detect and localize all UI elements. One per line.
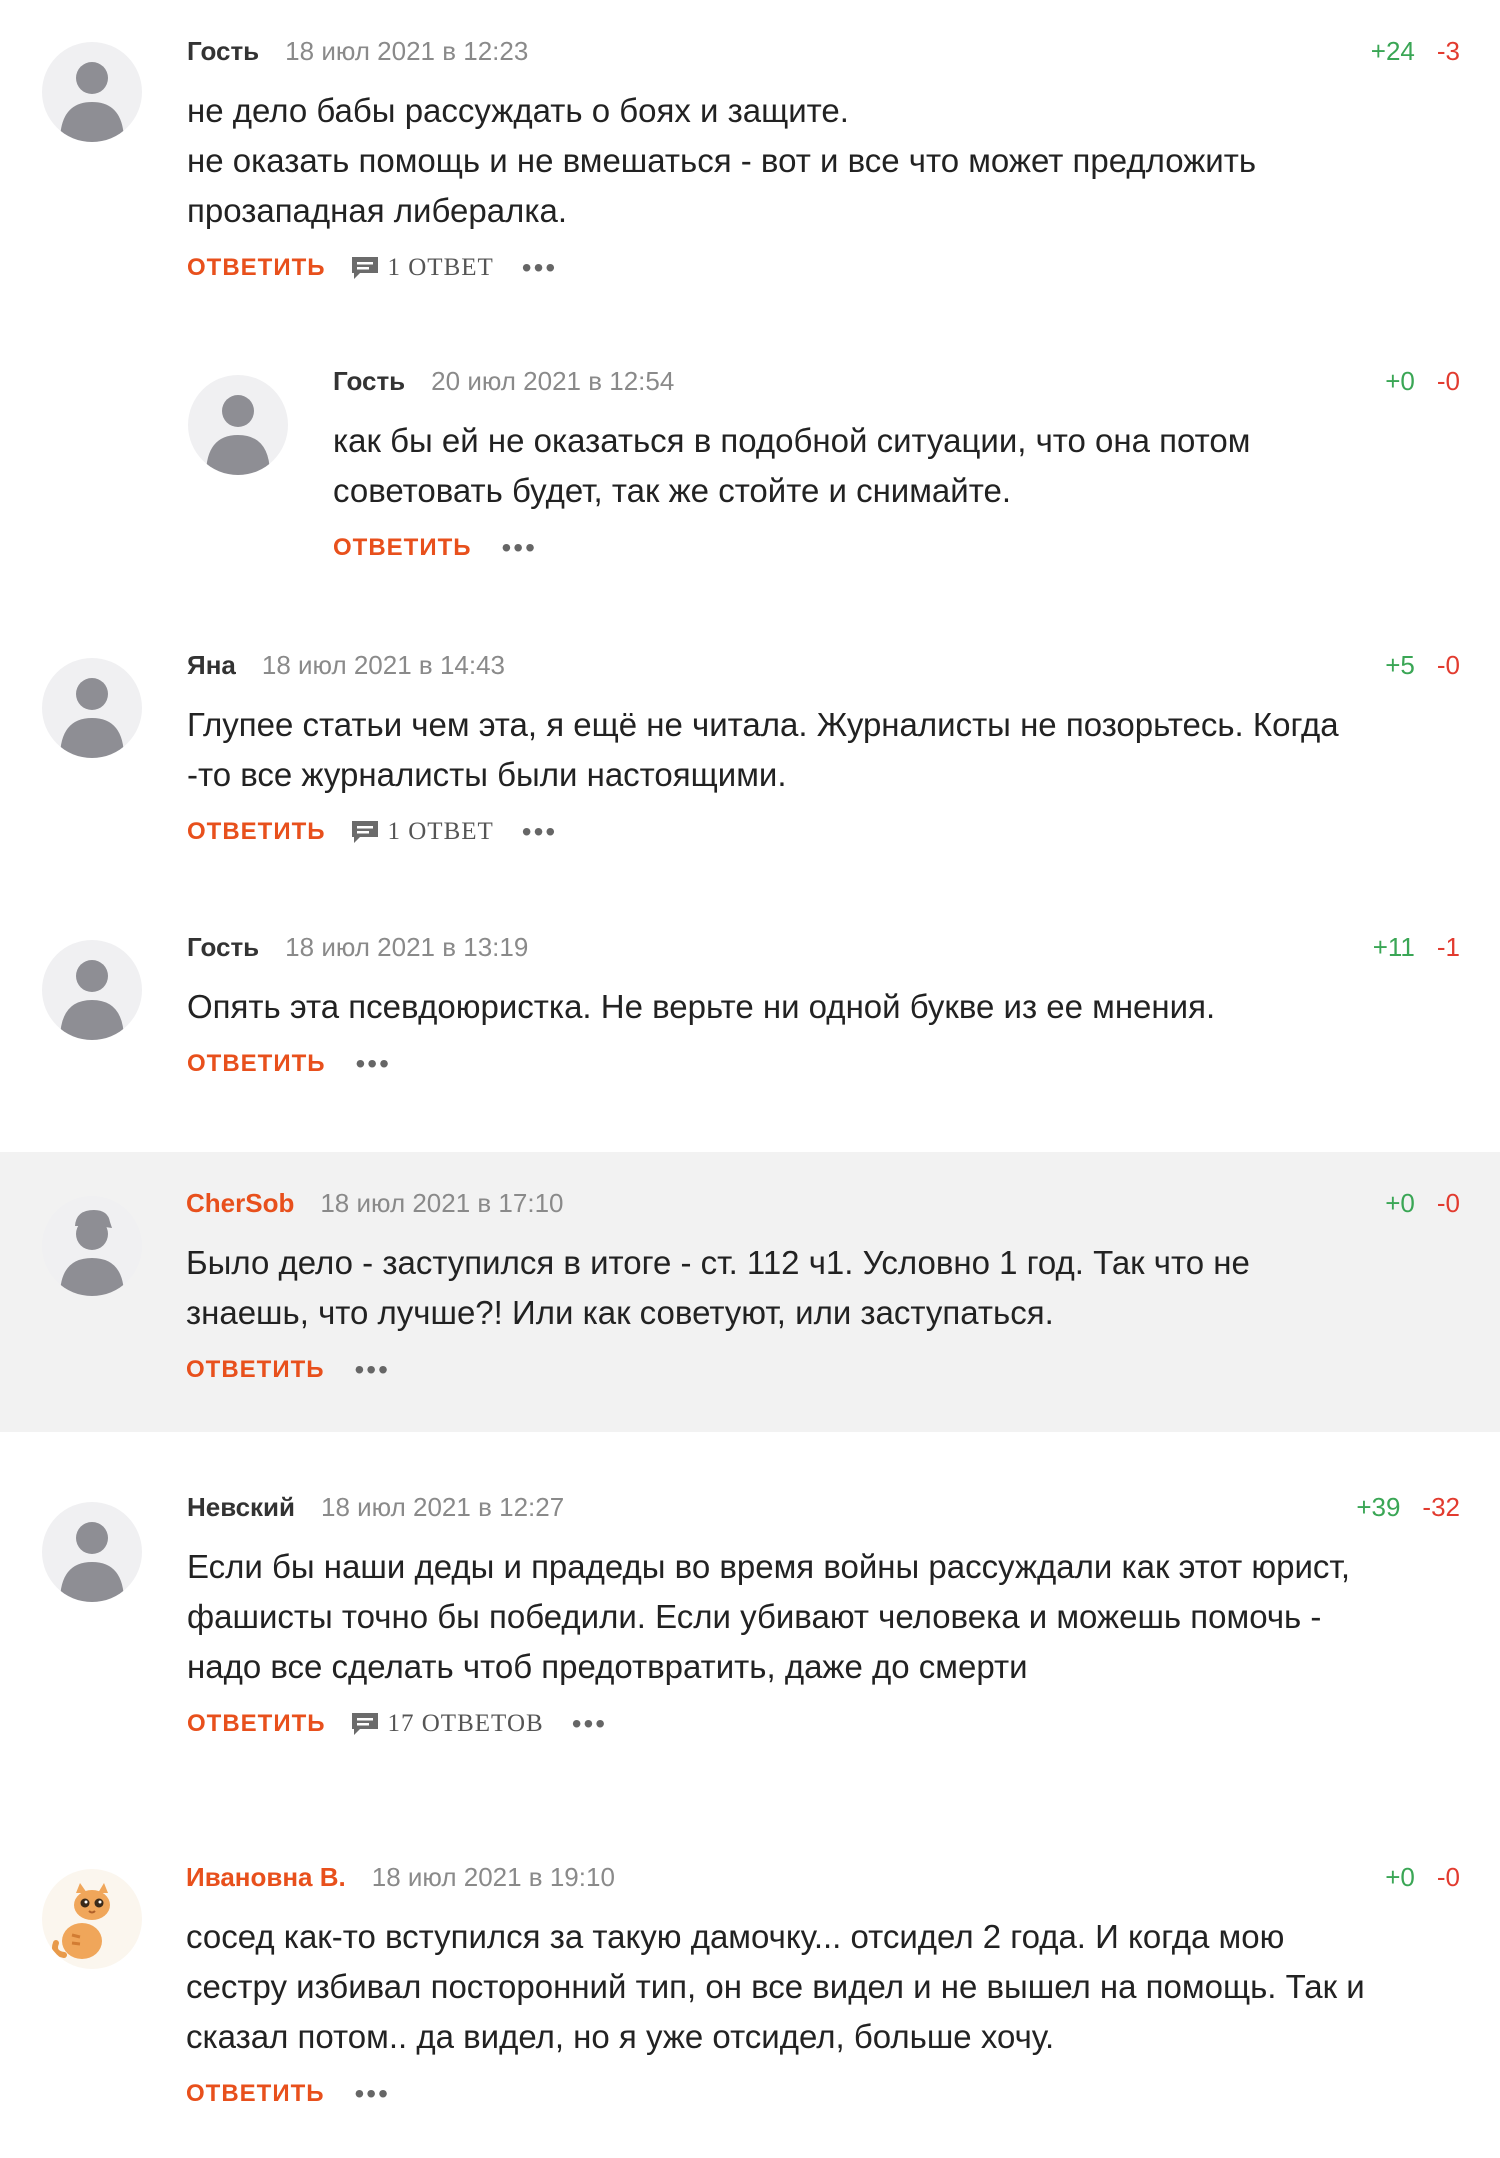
reply-button[interactable]: ОТВЕТИТЬ — [186, 1356, 325, 1384]
comment-date: 18 июл 2021 в 12:23 — [285, 36, 529, 66]
comment-text: как бы ей не оказаться в подобной ситуац… — [333, 422, 1251, 509]
default-avatar[interactable] — [42, 42, 142, 142]
comment-date: 18 июл 2021 в 19:10 — [371, 1862, 615, 1892]
downvote-button[interactable]: -3 — [1437, 36, 1460, 66]
upvote-button[interactable]: +5 — [1385, 650, 1415, 680]
more-options-button[interactable]: ••• — [355, 2080, 390, 2108]
comment-highlighted: CherSob 18 июл 2021 в 17:10 +0 -0 Было дел… — [0, 1152, 1500, 1432]
user-avatar[interactable] — [42, 1196, 142, 1296]
upvote-button[interactable]: +11 — [1373, 932, 1415, 962]
reply-button[interactable]: ОТВЕТИТЬ — [187, 818, 326, 846]
comment-text: Было дело - заступился в итоге - ст. 112… — [186, 1244, 1250, 1331]
reply-button[interactable]: ОТВЕТИТЬ — [187, 1050, 326, 1078]
comment-author[interactable]: Гость — [333, 366, 405, 396]
reply-button[interactable]: ОТВЕТИТЬ — [187, 1710, 326, 1738]
comment-author[interactable]: Невский — [187, 1492, 295, 1522]
user-silhouette-icon — [60, 678, 124, 758]
upvote-button[interactable]: +0 — [1385, 1188, 1415, 1218]
more-options-button[interactable]: ••• — [522, 254, 557, 282]
comment: Гость 18 июл 2021 в 12:23 +24 -3 не дело б… — [0, 0, 1500, 330]
cat-icon — [52, 1883, 110, 1959]
user-silhouette-icon — [206, 395, 270, 475]
comment-author[interactable]: Гость — [187, 36, 259, 66]
user-cap-silhouette-icon — [60, 1210, 124, 1296]
downvote-button[interactable]: -32 — [1422, 1492, 1460, 1522]
comment: Яна 18 июл 2021 в 14:43 +5 -0 Глупее стать… — [0, 620, 1500, 902]
more-options-button[interactable]: ••• — [502, 534, 537, 562]
upvote-button[interactable]: +39 — [1356, 1492, 1400, 1522]
comment-date: 18 июл 2021 в 12:27 — [321, 1492, 565, 1522]
comment: Ивановна В. 18 июл 2021 в 19:10 +0 -0 сосе… — [0, 1827, 1500, 2158]
user-silhouette-icon — [60, 62, 124, 142]
default-avatar[interactable] — [42, 1502, 142, 1602]
comment: Невский 18 июл 2021 в 12:27 +39 -32 Если б… — [0, 1432, 1500, 1827]
user-silhouette-icon — [60, 960, 124, 1040]
downvote-button[interactable]: -0 — [1437, 1188, 1460, 1218]
comment-author[interactable]: Гость — [187, 932, 259, 962]
cat-avatar[interactable] — [42, 1869, 142, 1969]
comment-author[interactable]: CherSob — [186, 1188, 294, 1218]
comment-date: 18 июл 2021 в 17:10 — [320, 1188, 564, 1218]
reply-button[interactable]: ОТВЕТИТЬ — [187, 254, 326, 282]
comment-bubble-icon — [351, 821, 378, 843]
answers-toggle[interactable]: 17 ОТВЕТОВ — [350, 1710, 544, 1738]
default-avatar[interactable] — [188, 375, 288, 475]
comment-author[interactable]: Яна — [187, 650, 236, 680]
comment-text: сосед как-то вступился за такую дамочку.… — [186, 1918, 1365, 2055]
comment-date: 18 июл 2021 в 14:43 — [261, 650, 506, 680]
comment-bubble-icon — [351, 257, 378, 279]
comment-text: Если бы наши деды и прадеды во время вой… — [187, 1548, 1351, 1685]
comment-bubble-icon — [351, 1713, 378, 1735]
comment-text: не дело бабы рассуждать о боях и защите.… — [187, 92, 1257, 229]
reply-button[interactable]: ОТВЕТИТЬ — [333, 534, 472, 562]
downvote-button[interactable]: -0 — [1437, 366, 1460, 396]
more-options-button[interactable]: ••• — [355, 1356, 390, 1384]
upvote-button[interactable]: +0 — [1385, 366, 1415, 396]
comment-author[interactable]: Ивановна В. — [186, 1862, 346, 1892]
answers-toggle[interactable]: 1 ОТВЕТ — [350, 818, 494, 846]
comment-text: Глупее статьи чем эта, я ещё не читала. … — [187, 706, 1339, 793]
user-silhouette-icon — [60, 1522, 124, 1602]
upvote-button[interactable]: +24 — [1371, 36, 1415, 66]
comment-text: Опять эта псевдоюристка. Не верьте ни од… — [187, 988, 1216, 1025]
downvote-button[interactable]: -1 — [1437, 932, 1460, 962]
comment-date: 20 июл 2021 в 12:54 — [431, 366, 675, 396]
comment-reply: Гость 20 июл 2021 в 12:54 +0 -0 как бы ей … — [0, 330, 1500, 620]
more-options-button[interactable]: ••• — [522, 818, 557, 846]
comment-date: 18 июл 2021 в 13:19 — [285, 932, 529, 962]
more-options-button[interactable]: ••• — [572, 1710, 607, 1738]
default-avatar[interactable] — [42, 940, 142, 1040]
answers-toggle[interactable]: 1 ОТВЕТ — [350, 254, 494, 282]
downvote-button[interactable]: -0 — [1437, 650, 1460, 680]
more-options-button[interactable]: ••• — [356, 1050, 391, 1078]
comment: Гость 18 июл 2021 в 13:19 +11 -1 Опять эта… — [0, 902, 1500, 1152]
upvote-button[interactable]: +0 — [1385, 1862, 1415, 1892]
default-avatar[interactable] — [42, 658, 142, 758]
downvote-button[interactable]: -0 — [1437, 1862, 1460, 1892]
reply-button[interactable]: ОТВЕТИТЬ — [186, 2080, 325, 2108]
